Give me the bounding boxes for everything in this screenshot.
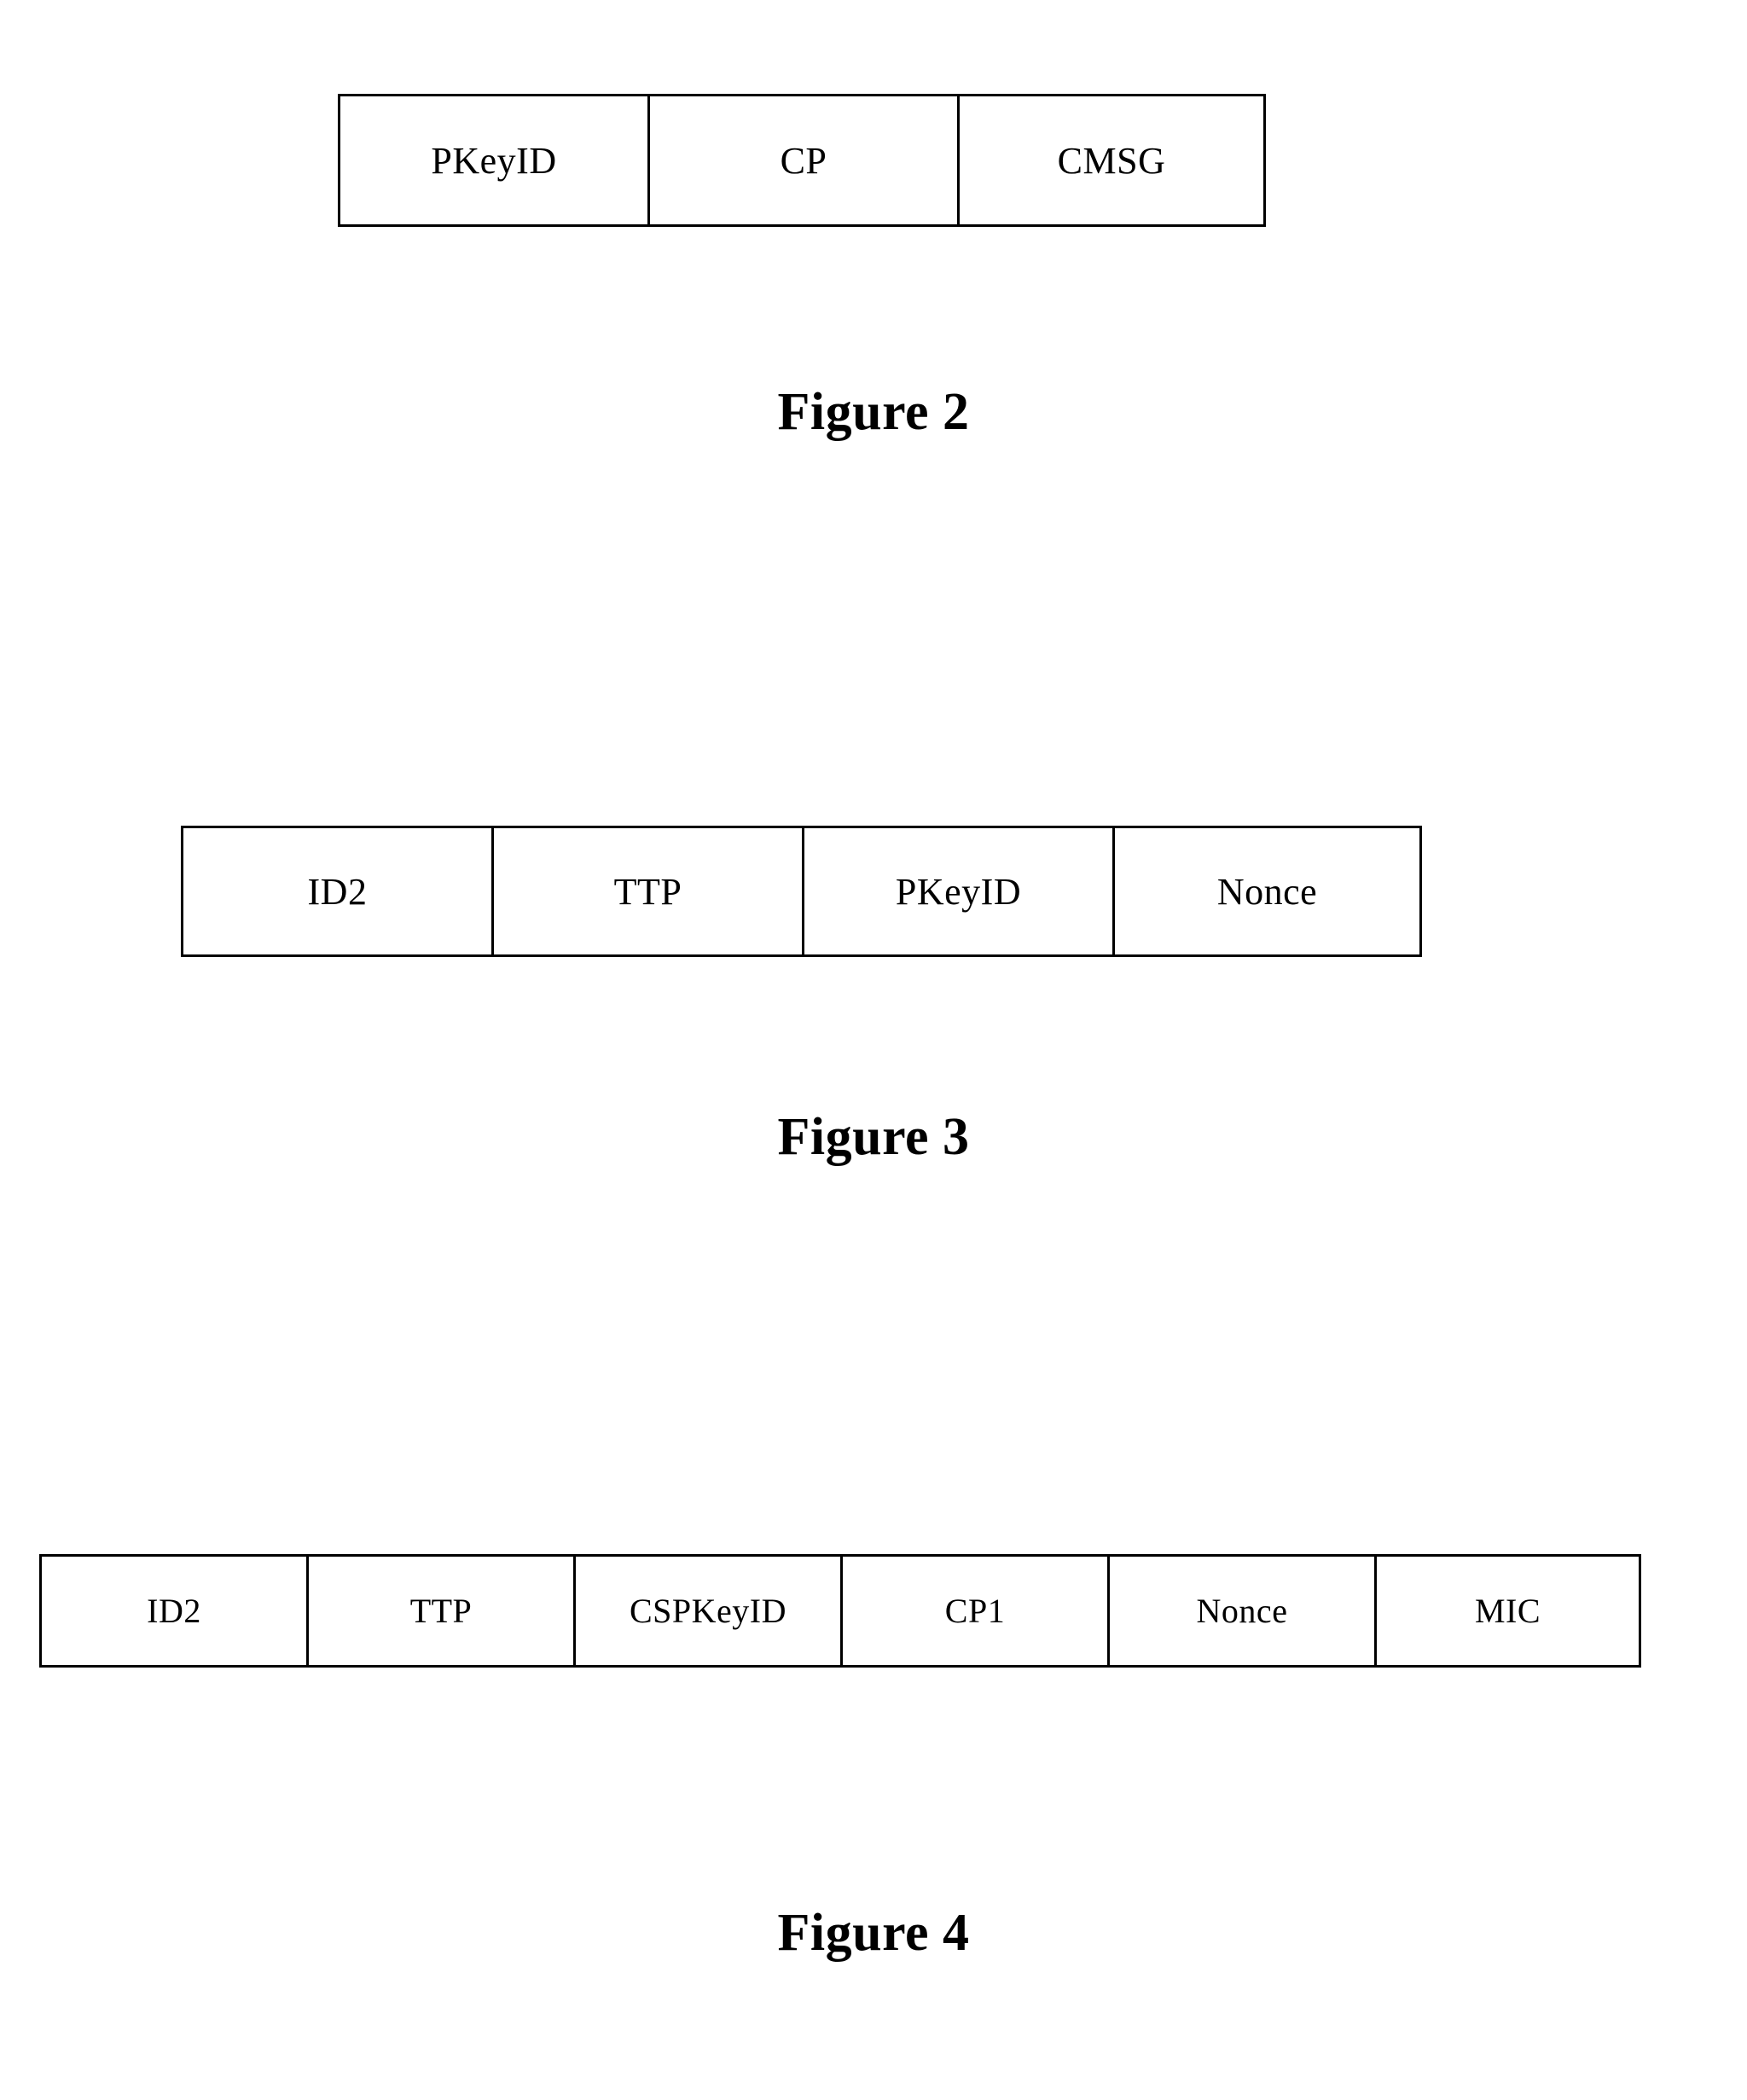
figure-3-field-ttp: TTP <box>494 828 804 954</box>
figure-4-field-nonce: Nonce <box>1110 1557 1377 1665</box>
figure-4-field-cp1: CP1 <box>843 1557 1110 1665</box>
figure-3-packet-table: ID2 TTP PKeyID Nonce <box>181 826 1422 957</box>
figure-4-packet-table: ID2 TTP CSPKeyID CP1 Nonce MIC <box>39 1554 1641 1668</box>
figure-3-caption: Figure 3 <box>777 1108 970 1166</box>
figure-3-field-id2: ID2 <box>183 828 494 954</box>
figure-4-field-id2: ID2 <box>42 1557 309 1665</box>
figure-4-field-mic: MIC <box>1474 1592 1541 1630</box>
figure-4-field-cspkeyid: CSPKeyID <box>576 1557 843 1665</box>
figure-2-caption: Figure 2 <box>777 383 970 441</box>
figure-2-field-pkeyid: PKeyID <box>340 96 650 224</box>
figure-3-field-pkeyid: PKeyID <box>804 828 1115 954</box>
figure-4-caption: Figure 4 <box>777 1904 970 1962</box>
figure-sheet-page: PKeyID CP CMSG Figure 2 ID2 TTP PKeyID N… <box>0 0 1747 2100</box>
figure-3-field-nonce: Nonce <box>1216 870 1318 913</box>
figure-2-field-cp: CP <box>650 96 960 224</box>
figure-2-packet-table: PKeyID CP CMSG <box>338 94 1266 227</box>
figure-4-field-ttp: TTP <box>309 1557 576 1665</box>
figure-2-field-cmsg: CMSG <box>1057 139 1166 182</box>
